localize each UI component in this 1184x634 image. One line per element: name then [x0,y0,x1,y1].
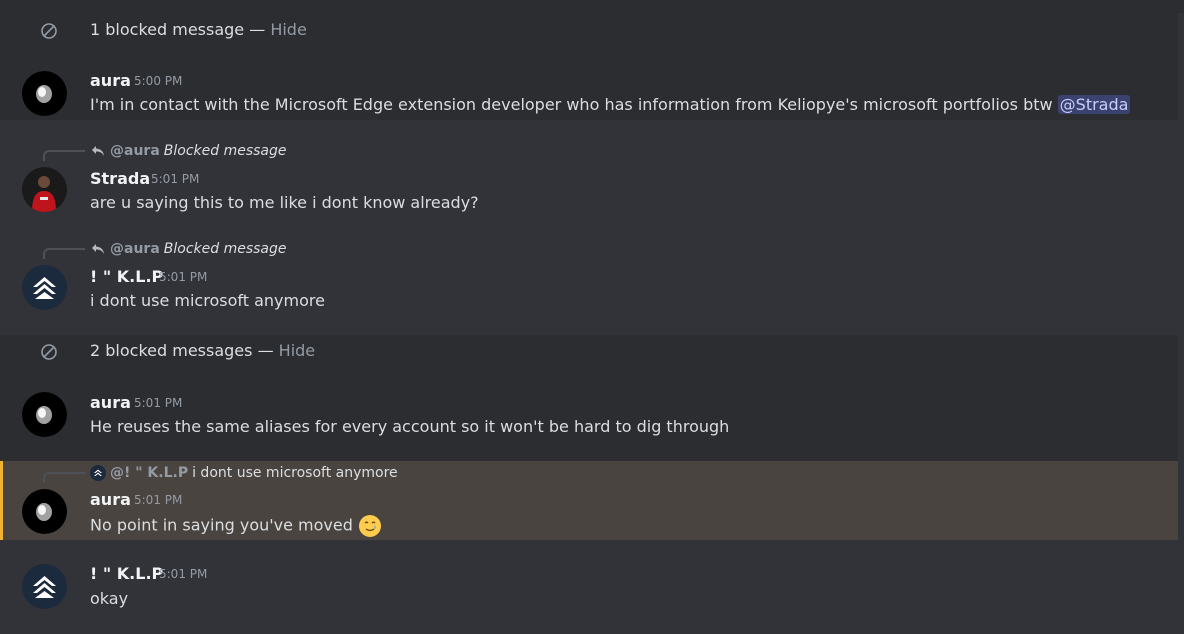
timestamp: 5:01 PM [134,493,183,507]
blocked-icon [41,344,57,360]
username[interactable]: aura [90,393,131,412]
timestamp: 5:01 PM [134,396,183,410]
reply-arrow-icon [92,146,104,156]
blocked-icon [41,23,57,39]
reply-preview[interactable]: @aura Blocked message [90,240,287,258]
message: @! " K.L.P i dont use microsoft anymore … [0,462,1178,540]
avatar[interactable] [22,392,67,437]
smiling-face-with-tear-icon [358,515,381,537]
reply-text[interactable]: i dont use microsoft anymore [192,465,398,481]
hide-blocked-button[interactable]: Hide [270,20,306,39]
avatar[interactable] [22,71,67,116]
message-content: He reuses the same aliases for every acc… [90,417,730,436]
reply-connector [43,472,85,483]
message-content: No point in saying you've moved [90,514,382,538]
user-mention[interactable]: @Strada [1057,95,1131,114]
blocked-messages-row: 2 blocked messages — Hide [0,334,1178,368]
timestamp: 5:01 PM [151,172,200,186]
reply-preview[interactable]: @aura Blocked message [90,142,287,160]
username[interactable]: aura [90,490,131,509]
message-content: okay [90,589,129,608]
avatar[interactable] [22,564,67,609]
reply-connector [43,150,85,161]
message: aura 5:00 PM I'm in contact with the Mic… [0,66,1178,120]
username[interactable]: aura [90,71,131,90]
timestamp: 5:01 PM [159,567,208,581]
username[interactable]: Strada [90,169,150,188]
reply-author[interactable]: @aura [110,241,160,257]
message: @aura Blocked message Strada 5:01 PM are… [0,140,1178,220]
reply-blocked-text: Blocked message [163,241,287,257]
blocked-count-text: 2 blocked messages — Hide [90,341,316,360]
reply-preview[interactable]: @! " K.L.P i dont use microsoft anymore [90,464,398,482]
top-divider [0,0,1184,13]
blocked-count-text: 1 blocked message — Hide [90,20,307,39]
reply-avatar-icon [90,465,106,481]
message: @aura Blocked message ! " K.L.P 5:01 PM … [0,238,1178,318]
message-content: are u saying this to me like i dont know… [90,193,479,212]
avatar[interactable] [22,265,67,310]
avatar[interactable] [22,167,67,212]
reply-author[interactable]: @! " K.L.P [110,465,188,481]
message: ! " K.L.P 5:01 PM okay [0,560,1178,620]
message-content: i dont use microsoft anymore [90,291,325,310]
message: aura 5:01 PM He reuses the same aliases … [0,388,1178,448]
timestamp: 5:00 PM [134,74,183,88]
reply-blocked-text: Blocked message [163,143,287,159]
hide-blocked-button[interactable]: Hide [279,341,315,360]
reply-author[interactable]: @aura [110,143,160,159]
blocked-messages-row: 1 blocked message — Hide [0,13,1178,47]
timestamp: 5:01 PM [159,270,208,284]
reply-connector [43,248,85,259]
avatar[interactable] [22,489,67,534]
reply-arrow-icon [92,244,104,254]
username[interactable]: ! " K.L.P [90,564,163,583]
username[interactable]: ! " K.L.P [90,267,163,286]
message-content: I'm in contact with the Microsoft Edge e… [90,95,1131,114]
